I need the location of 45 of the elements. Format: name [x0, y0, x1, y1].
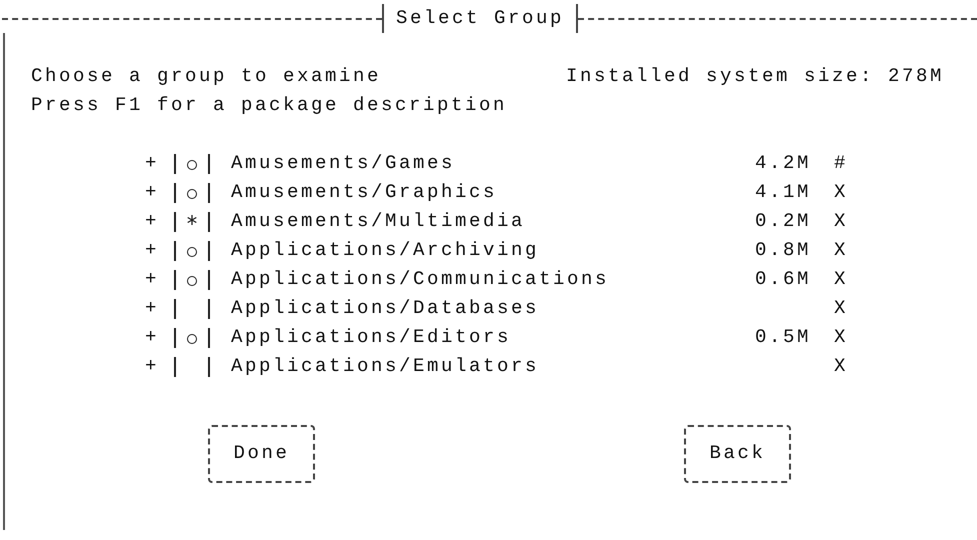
group-name[interactable]: Applications/Communications [231, 265, 746, 294]
expand-toggle[interactable]: + [145, 149, 174, 178]
dialog-button[interactable]: Done [208, 424, 315, 482]
expand-toggle[interactable]: + [145, 352, 174, 381]
group-checkbox[interactable] [174, 328, 210, 348]
dialog-title: Select Group [382, 4, 578, 33]
group-name[interactable]: Applications/Editors [231, 323, 746, 352]
group-status: # [834, 151, 848, 176]
group-checkbox[interactable] [174, 240, 210, 260]
group-checkbox[interactable] [174, 298, 210, 318]
expand-toggle[interactable]: + [145, 294, 174, 323]
group-status: X [834, 209, 848, 234]
group-checkbox[interactable] [174, 356, 210, 376]
group-status: X [834, 354, 848, 379]
group-name[interactable]: Applications/Emulators [231, 352, 746, 381]
system-size-text: Installed system size: 278M [566, 64, 944, 89]
prompt-text: Choose a group to examine [31, 64, 382, 89]
group-status: X [834, 180, 848, 205]
group-size: 0.2M [754, 209, 811, 234]
expand-toggle[interactable]: + [145, 265, 174, 294]
group-size: 4.1M [754, 180, 811, 205]
group-checkbox[interactable] [174, 182, 210, 202]
group-name[interactable]: Applications/Archiving [231, 236, 746, 265]
group-name[interactable]: Applications/Databases [231, 294, 746, 323]
group-name[interactable]: Amusements/Multimedia [231, 207, 746, 236]
group-name[interactable]: Amusements/Games [231, 149, 746, 178]
expand-toggle[interactable]: + [145, 207, 174, 236]
expand-toggle[interactable]: + [145, 323, 174, 352]
group-size: 0.8M [754, 238, 811, 263]
group-size: 4.2M [754, 151, 811, 176]
group-status: X [834, 325, 848, 350]
group-checkbox[interactable] [174, 154, 210, 174]
group-size: 0.5M [754, 325, 811, 350]
dialog-button[interactable]: Back [684, 424, 791, 482]
group-checkbox[interactable] [174, 270, 210, 290]
expand-toggle[interactable]: + [145, 178, 174, 207]
group-name[interactable]: Amusements/Graphics [231, 178, 746, 207]
group-status: X [834, 238, 848, 263]
group-size: 0.6M [754, 267, 811, 292]
hint-text: Press F1 for a package description [31, 93, 508, 118]
group-status: X [834, 267, 848, 292]
expand-toggle[interactable]: + [145, 236, 174, 265]
group-checkbox[interactable] [174, 212, 210, 232]
asterisk-icon [187, 214, 197, 224]
group-status: X [834, 296, 848, 321]
